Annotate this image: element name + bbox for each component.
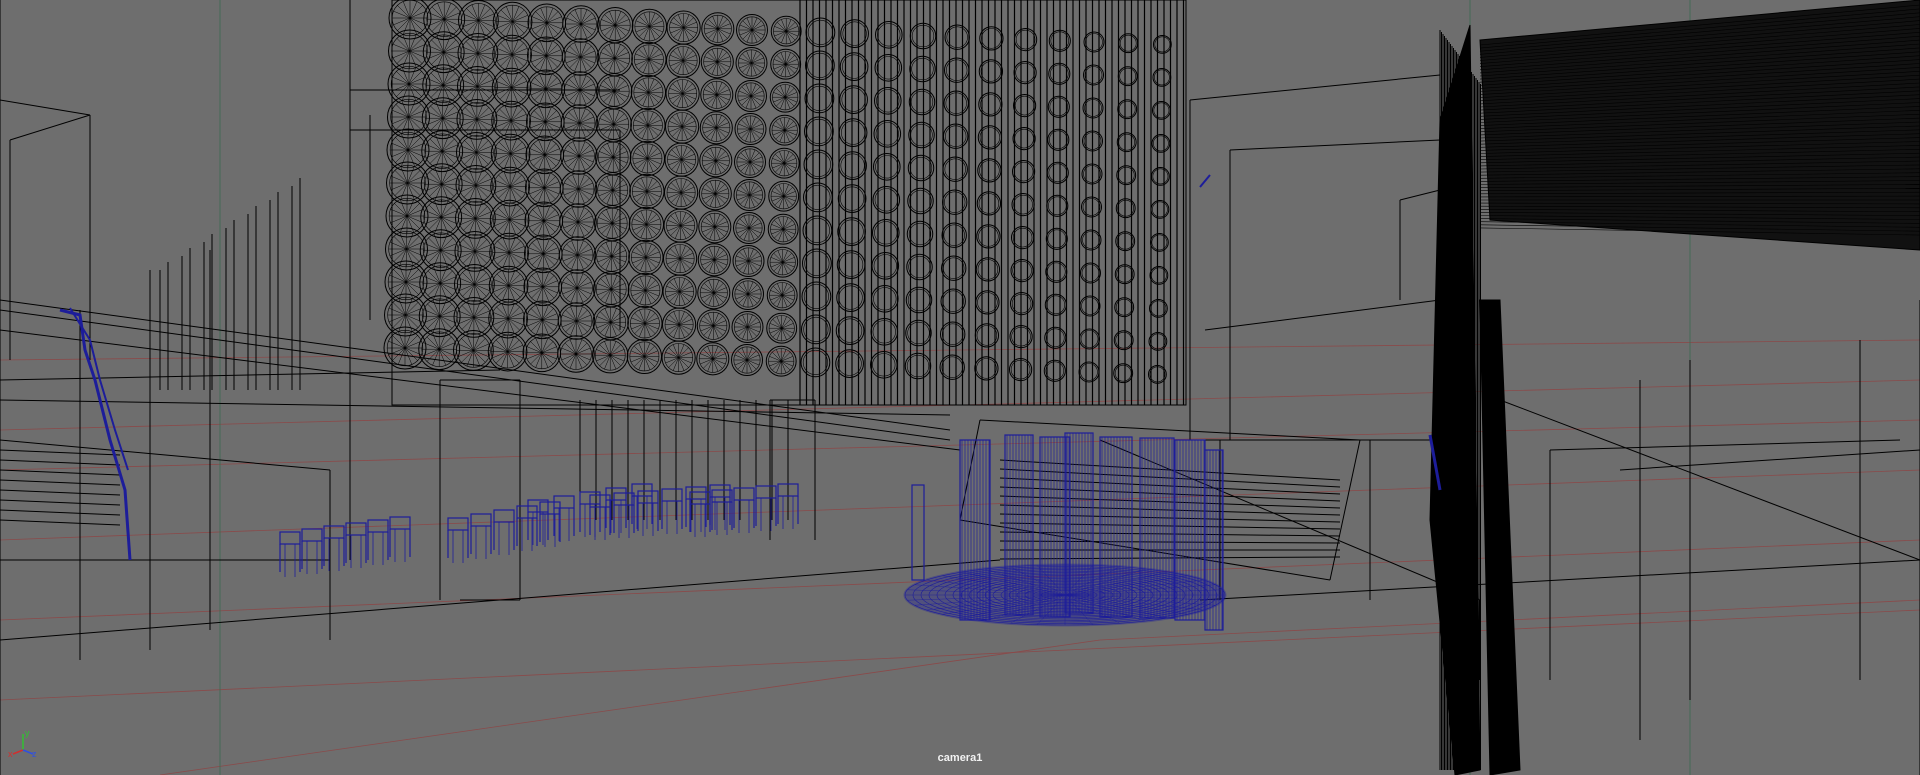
axis-x-line (12, 749, 24, 755)
axis-x-label: x (8, 749, 13, 758)
3d-viewport[interactable]: camera1 y x z (0, 0, 1920, 775)
wireframe-scene[interactable] (0, 0, 1920, 775)
axis-gizmo-icon: y x z (8, 728, 37, 758)
camera-name-label: camera1 (937, 752, 983, 764)
axis-y-label: y (25, 728, 30, 738)
axis-z-label: z (32, 749, 37, 758)
